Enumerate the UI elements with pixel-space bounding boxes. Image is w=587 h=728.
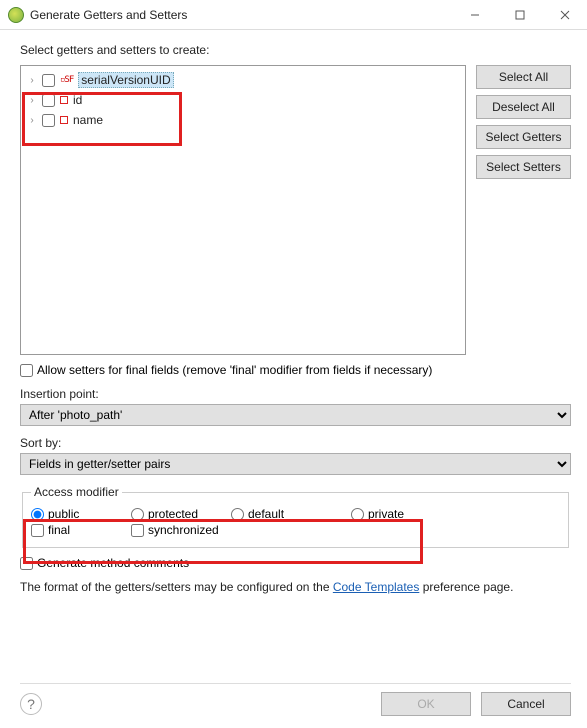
radio-default-input[interactable] bbox=[231, 508, 244, 521]
help-icon[interactable]: ? bbox=[20, 693, 42, 715]
close-button[interactable] bbox=[542, 0, 587, 30]
insertion-point-label: Insertion point: bbox=[20, 387, 571, 401]
tree-checkbox[interactable] bbox=[42, 94, 55, 107]
radio-default[interactable]: default bbox=[231, 507, 351, 521]
footnote-suffix: preference page. bbox=[423, 580, 514, 594]
checkbox-synchronized-label: synchronized bbox=[148, 523, 219, 537]
ok-button[interactable]: OK bbox=[381, 692, 471, 716]
select-getters-button[interactable]: Select Getters bbox=[476, 125, 571, 149]
sort-by-label: Sort by: bbox=[20, 436, 571, 450]
select-all-button[interactable]: Select All bbox=[476, 65, 571, 89]
field-icon bbox=[60, 116, 68, 124]
chevron-right-icon[interactable]: › bbox=[27, 115, 37, 126]
tree-item-serialversionuid[interactable]: › ▫SF serialVersionUID bbox=[23, 70, 463, 90]
app-icon bbox=[8, 7, 24, 23]
maximize-button[interactable] bbox=[497, 0, 542, 30]
minimize-button[interactable] bbox=[452, 0, 497, 30]
radio-private[interactable]: private bbox=[351, 507, 451, 521]
chevron-right-icon[interactable]: › bbox=[27, 95, 37, 106]
generate-comments-checkbox[interactable] bbox=[20, 557, 33, 570]
checkbox-final-input[interactable] bbox=[31, 524, 44, 537]
allow-setters-row[interactable]: Allow setters for final fields (remove '… bbox=[20, 363, 571, 377]
radio-protected[interactable]: protected bbox=[131, 507, 231, 521]
radio-default-label: default bbox=[248, 507, 284, 521]
footnote-prefix: The format of the getters/setters may be… bbox=[20, 580, 333, 594]
tree-item-name[interactable]: › name bbox=[23, 110, 463, 130]
tree-item-label: name bbox=[73, 113, 103, 127]
code-templates-link[interactable]: Code Templates bbox=[333, 580, 420, 594]
checkbox-final-label: final bbox=[48, 523, 70, 537]
checkbox-synchronized[interactable]: synchronized bbox=[131, 523, 231, 537]
allow-setters-label: Allow setters for final fields (remove '… bbox=[37, 363, 432, 377]
checkbox-final[interactable]: final bbox=[31, 523, 131, 537]
tree-item-id[interactable]: › id bbox=[23, 90, 463, 110]
generate-comments-label: Generate method comments bbox=[37, 556, 189, 570]
access-modifier-group: Access modifier public protected default… bbox=[22, 485, 569, 548]
sort-by-select[interactable]: Fields in getter/setter pairs bbox=[20, 453, 571, 475]
deselect-all-button[interactable]: Deselect All bbox=[476, 95, 571, 119]
generate-comments-row[interactable]: Generate method comments bbox=[20, 556, 571, 570]
fields-tree[interactable]: › ▫SF serialVersionUID › id › name bbox=[20, 65, 466, 355]
radio-public[interactable]: public bbox=[31, 507, 131, 521]
instruction-label: Select getters and setters to create: bbox=[20, 43, 571, 57]
radio-private-label: private bbox=[368, 507, 404, 521]
insertion-point-select[interactable]: After 'photo_path' bbox=[20, 404, 571, 426]
select-setters-button[interactable]: Select Setters bbox=[476, 155, 571, 179]
radio-protected-input[interactable] bbox=[131, 508, 144, 521]
tree-item-label: serialVersionUID bbox=[78, 72, 173, 88]
window-title: Generate Getters and Setters bbox=[30, 8, 452, 22]
radio-protected-label: protected bbox=[148, 507, 198, 521]
cancel-button[interactable]: Cancel bbox=[481, 692, 571, 716]
chevron-right-icon[interactable]: › bbox=[27, 75, 37, 86]
access-modifier-legend: Access modifier bbox=[31, 485, 122, 499]
static-final-badge: ▫SF bbox=[60, 75, 73, 85]
footnote: The format of the getters/setters may be… bbox=[20, 580, 571, 594]
tree-checkbox[interactable] bbox=[42, 74, 55, 87]
tree-item-label: id bbox=[73, 93, 82, 107]
radio-private-input[interactable] bbox=[351, 508, 364, 521]
checkbox-synchronized-input[interactable] bbox=[131, 524, 144, 537]
title-bar: Generate Getters and Setters bbox=[0, 0, 587, 30]
radio-public-input[interactable] bbox=[31, 508, 44, 521]
field-icon bbox=[60, 96, 68, 104]
allow-setters-checkbox[interactable] bbox=[20, 364, 33, 377]
radio-public-label: public bbox=[48, 507, 79, 521]
tree-checkbox[interactable] bbox=[42, 114, 55, 127]
